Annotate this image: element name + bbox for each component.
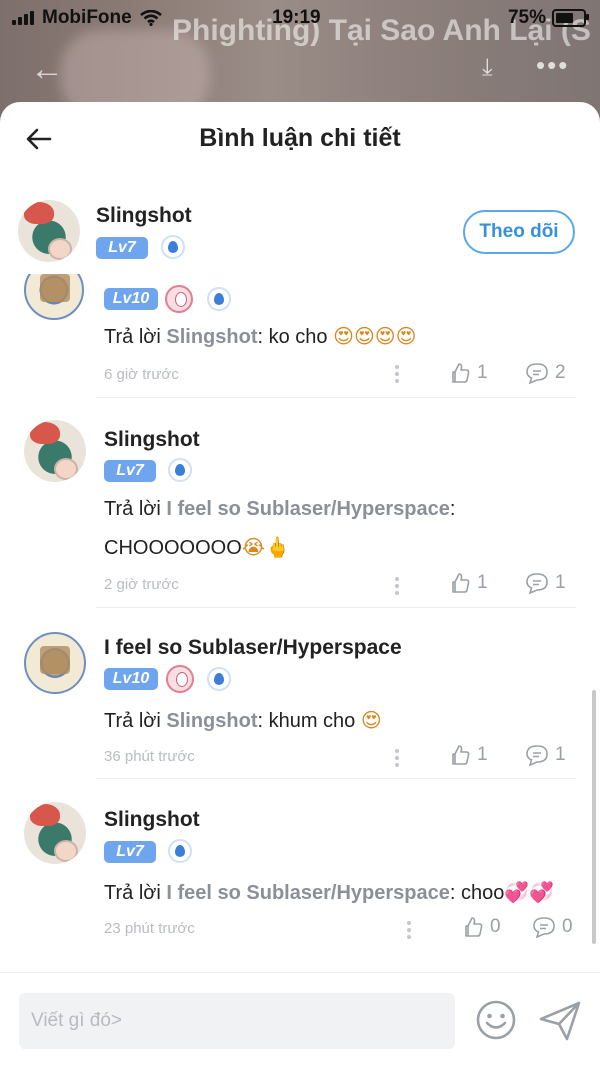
divider bbox=[96, 397, 576, 398]
page-title: Bình luận chi tiết bbox=[199, 124, 401, 152]
reply-mention[interactable]: I feel so Sublaser/Hyperspace bbox=[166, 498, 449, 520]
level-badge: Lv10 bbox=[104, 668, 158, 690]
comment-text: Trả lời Slingshot: ko cho 😍😍😍😍 bbox=[104, 324, 417, 348]
droplet-badge-icon bbox=[168, 458, 192, 482]
divider bbox=[96, 778, 576, 779]
comment-text: Trả lời I feel so Sublaser/Hyperspace: c… bbox=[104, 880, 555, 904]
level-badge: Lv10 bbox=[104, 288, 158, 310]
author-name[interactable]: Slingshot bbox=[96, 204, 192, 228]
comment-author-name[interactable]: Slingshot bbox=[104, 808, 200, 832]
send-icon[interactable] bbox=[538, 1000, 582, 1042]
chat-bubble-icon bbox=[526, 363, 548, 384]
reply-count: 2 bbox=[555, 362, 566, 383]
status-time: 19:19 bbox=[272, 7, 321, 28]
more-options-icon[interactable] bbox=[395, 577, 401, 598]
carrier-name: MobiFone bbox=[42, 7, 132, 28]
smiley-icon[interactable] bbox=[474, 998, 518, 1042]
avatar[interactable] bbox=[24, 420, 86, 482]
comment-detail-sheet: Bình luận chi tiết Lv10 Trả lời Slingsho… bbox=[0, 102, 600, 1067]
thumbs-up-icon bbox=[452, 573, 470, 593]
author-avatar[interactable] bbox=[18, 200, 80, 262]
battery-icon bbox=[552, 9, 589, 27]
droplet-badge-icon bbox=[207, 287, 231, 311]
like-count: 1 bbox=[477, 572, 488, 593]
level-badge: Lv7 bbox=[104, 460, 156, 482]
comment-text-line: CHOOOOOOO😭🖕 bbox=[104, 535, 291, 559]
author-level-badge: Lv7 bbox=[96, 237, 148, 259]
more-options-icon[interactable] bbox=[395, 365, 401, 386]
like-button[interactable]: 1 bbox=[449, 744, 488, 766]
follow-button[interactable]: Theo dõi bbox=[463, 210, 575, 254]
thumbs-up-icon bbox=[465, 917, 483, 937]
comment-author-name[interactable]: Slingshot bbox=[104, 428, 200, 452]
reply-button[interactable]: 1 bbox=[525, 572, 566, 594]
level-badge: Lv7 bbox=[104, 841, 156, 863]
avatar[interactable] bbox=[24, 632, 86, 694]
droplet-badge-icon bbox=[161, 235, 185, 259]
reply-button[interactable]: 0 bbox=[532, 916, 573, 938]
reply-count: 1 bbox=[555, 744, 566, 765]
droplet-badge-icon bbox=[168, 839, 192, 863]
comment-time: 23 phút trước bbox=[104, 920, 195, 937]
comment-text: Trả lời Slingshot: khum cho 😍 bbox=[104, 708, 382, 732]
like-button[interactable]: 1 bbox=[449, 572, 488, 594]
reply-mention[interactable]: Slingshot bbox=[166, 326, 257, 348]
comment-text: Trả lời I feel so Sublaser/Hyperspace: bbox=[104, 498, 456, 520]
reply-button[interactable]: 2 bbox=[525, 362, 566, 384]
comment-author-name[interactable]: I feel so Sublaser/Hyperspace bbox=[104, 636, 402, 660]
status-bar: MobiFone 19:19 75% bbox=[0, 0, 600, 34]
reply-count: 0 bbox=[562, 916, 573, 937]
sheet-header: Bình luận chi tiết bbox=[0, 102, 600, 178]
reply-button[interactable]: 1 bbox=[525, 744, 566, 766]
thumbs-up-icon bbox=[452, 745, 470, 765]
bunny-badge-icon bbox=[166, 665, 194, 693]
more-icon[interactable]: ••• bbox=[536, 50, 569, 81]
reply-mention[interactable]: I feel so Sublaser/Hyperspace bbox=[166, 882, 449, 904]
reply-count: 1 bbox=[555, 572, 566, 593]
download-icon[interactable]: ⤓ bbox=[482, 54, 493, 82]
comment-input-bar bbox=[0, 972, 600, 1067]
signal-icon bbox=[12, 11, 34, 25]
avatar[interactable] bbox=[24, 802, 86, 864]
bunny-badge-icon bbox=[165, 285, 193, 313]
more-options-icon[interactable] bbox=[407, 921, 413, 942]
like-count: 1 bbox=[477, 744, 488, 765]
more-options-icon[interactable] bbox=[395, 749, 401, 770]
author-header: Slingshot Lv7 Theo dõi bbox=[0, 198, 600, 274]
background-back-icon: ← bbox=[30, 50, 64, 88]
like-count: 1 bbox=[477, 362, 488, 383]
wifi-icon bbox=[139, 10, 162, 26]
like-count: 0 bbox=[490, 916, 501, 937]
comment-time: 36 phút trước bbox=[104, 748, 195, 765]
chat-bubble-icon bbox=[526, 745, 548, 766]
comment-time: 2 giờ trước bbox=[104, 576, 179, 593]
like-button[interactable]: 0 bbox=[462, 916, 501, 938]
divider bbox=[96, 607, 576, 608]
scrollbar[interactable] bbox=[592, 690, 596, 944]
comment-time: 6 giờ trước bbox=[104, 366, 179, 383]
thumbs-up-icon bbox=[452, 363, 470, 383]
like-button[interactable]: 1 bbox=[449, 362, 488, 384]
droplet-badge-icon bbox=[207, 667, 231, 691]
chat-bubble-icon bbox=[533, 917, 555, 938]
chat-bubble-icon bbox=[526, 573, 548, 594]
reply-mention[interactable]: Slingshot bbox=[166, 710, 257, 732]
battery-percent: 75% bbox=[507, 7, 546, 28]
comment-input[interactable] bbox=[19, 993, 455, 1049]
